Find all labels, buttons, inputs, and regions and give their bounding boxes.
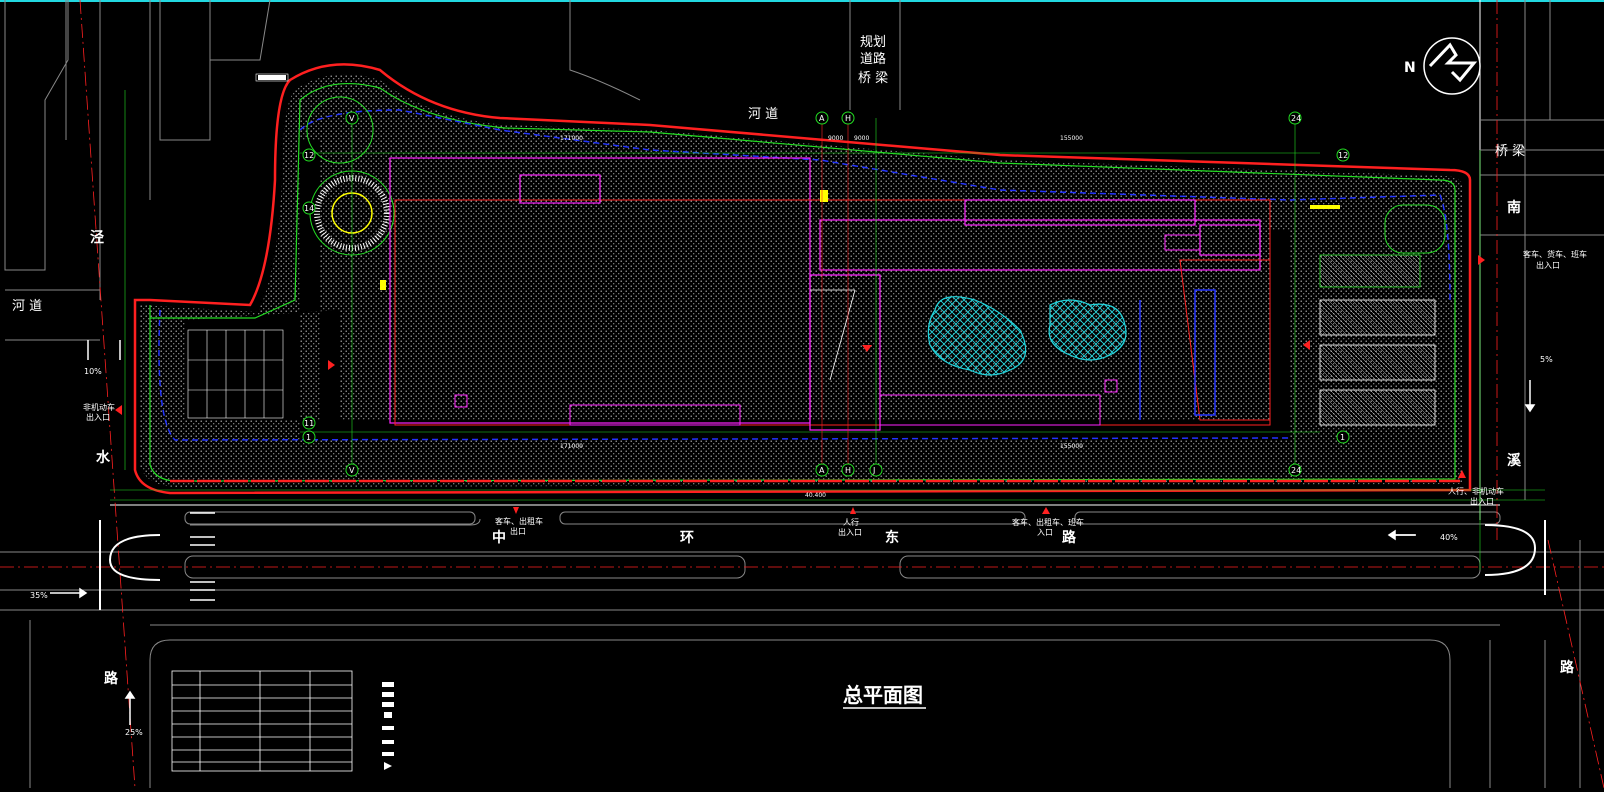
planned-bridge-label-3: 桥 梁 [858, 71, 888, 86]
legend-symbols [382, 682, 394, 770]
dim-total: 40.400 [805, 492, 826, 499]
axis-label-h-bottom: H [845, 466, 851, 475]
west-road-label-mid: 水 [96, 449, 111, 466]
planned-bridge-label-1: 规划 [860, 35, 886, 50]
axis-label-24-top: 24 [1291, 114, 1301, 123]
gate-se-line-1: 人行、非机动车 [1448, 486, 1504, 496]
north-arrow: N [1404, 37, 1481, 95]
east-road-label-top: 南 [1507, 199, 1521, 216]
dim-155000-top: 155000 [1060, 135, 1083, 142]
axis-label-v-top: V [349, 114, 355, 123]
east-road-label-mid: 溪 [1507, 452, 1522, 469]
axis-label-14: 14 [304, 204, 314, 213]
planned-bridge-label-2: 道路 [860, 51, 886, 67]
cad-viewport[interactable]: A H 24 V A H J 24 V 12 1 12 1 14 11 1710… [0, 0, 1604, 789]
east-road-label-bottom: 路 [1560, 659, 1575, 676]
slope-south: 25% [125, 728, 143, 737]
dim-171000-top: 171000 [560, 135, 583, 142]
main-road-char-3: 东 [885, 529, 899, 546]
uturn-arrow-east [1484, 520, 1546, 595]
gate-bottom-3-line-1: 客车、出租车、班车 [1012, 517, 1084, 527]
site-plan-drawing: A H 24 V A H J 24 V 12 1 12 1 14 11 1710… [0, 0, 1604, 789]
axis-label-1-west: 1 [306, 433, 311, 442]
callout-marker [258, 75, 286, 80]
axis-label-11: 11 [304, 419, 314, 428]
slope-east: 5% [1540, 355, 1553, 364]
slope-se: 40% [1440, 533, 1458, 542]
legend-table [171, 670, 353, 772]
main-road-char-2: 环 [680, 530, 694, 546]
axis-label-j: J [872, 466, 875, 475]
axis-label-a: A [819, 114, 825, 123]
dim-9000-b: 9000 [854, 135, 869, 142]
river-label-north: 河 道 [748, 107, 778, 122]
dim-155000-bottom: 155000 [1060, 443, 1083, 450]
bridge-label-east: 桥 梁 [1495, 144, 1525, 159]
gate-west-line-2: 出入口 [86, 412, 110, 422]
gate-east-line-1: 客车、货车、班车 [1523, 249, 1587, 259]
drawing-title: 总平面图 [843, 683, 923, 707]
gate-east-line-2: 出入口 [1536, 260, 1560, 270]
axis-label-12-west: 12 [304, 151, 314, 160]
uturn-arrow-west [99, 520, 161, 610]
main-road-char-4: 路 [1062, 529, 1077, 546]
axis-label-h-top: H [845, 114, 851, 123]
gate-se-line-2: 出入口 [1470, 496, 1494, 506]
axis-label-12-east: 12 [1338, 151, 1348, 160]
gate-bottom-2-line-2: 出入口 [838, 527, 862, 537]
gate-bottom-3-line-2: 入口 [1037, 528, 1053, 537]
slope-sw: 35% [30, 591, 48, 600]
parking-west [187, 329, 284, 419]
axis-label-1-east: 1 [1340, 433, 1345, 442]
gate-bottom-2-line-1: 人行 [843, 517, 859, 527]
axis-label-a-bottom: A [819, 466, 825, 475]
west-road-label-bottom: 路 [104, 670, 119, 687]
gate-bottom-1-line-1: 客车、出租车 [495, 516, 543, 526]
north-label: N [1404, 60, 1416, 76]
dim-9000-a: 9000 [828, 135, 843, 142]
main-road-char-1: 中 [492, 529, 506, 546]
river-label-west: 河 道 [12, 299, 42, 314]
gate-bottom-1-line-2: 出口 [510, 526, 526, 536]
slope-west: 10% [84, 367, 102, 376]
axis-label-v-bottom: V [349, 466, 355, 475]
west-road-label-top: 泾 [90, 229, 104, 246]
gate-west-line-1: 非机动车 [83, 402, 115, 412]
dim-171000-bottom: 171000 [560, 443, 583, 450]
axis-label-24-bottom: 24 [1291, 466, 1301, 475]
